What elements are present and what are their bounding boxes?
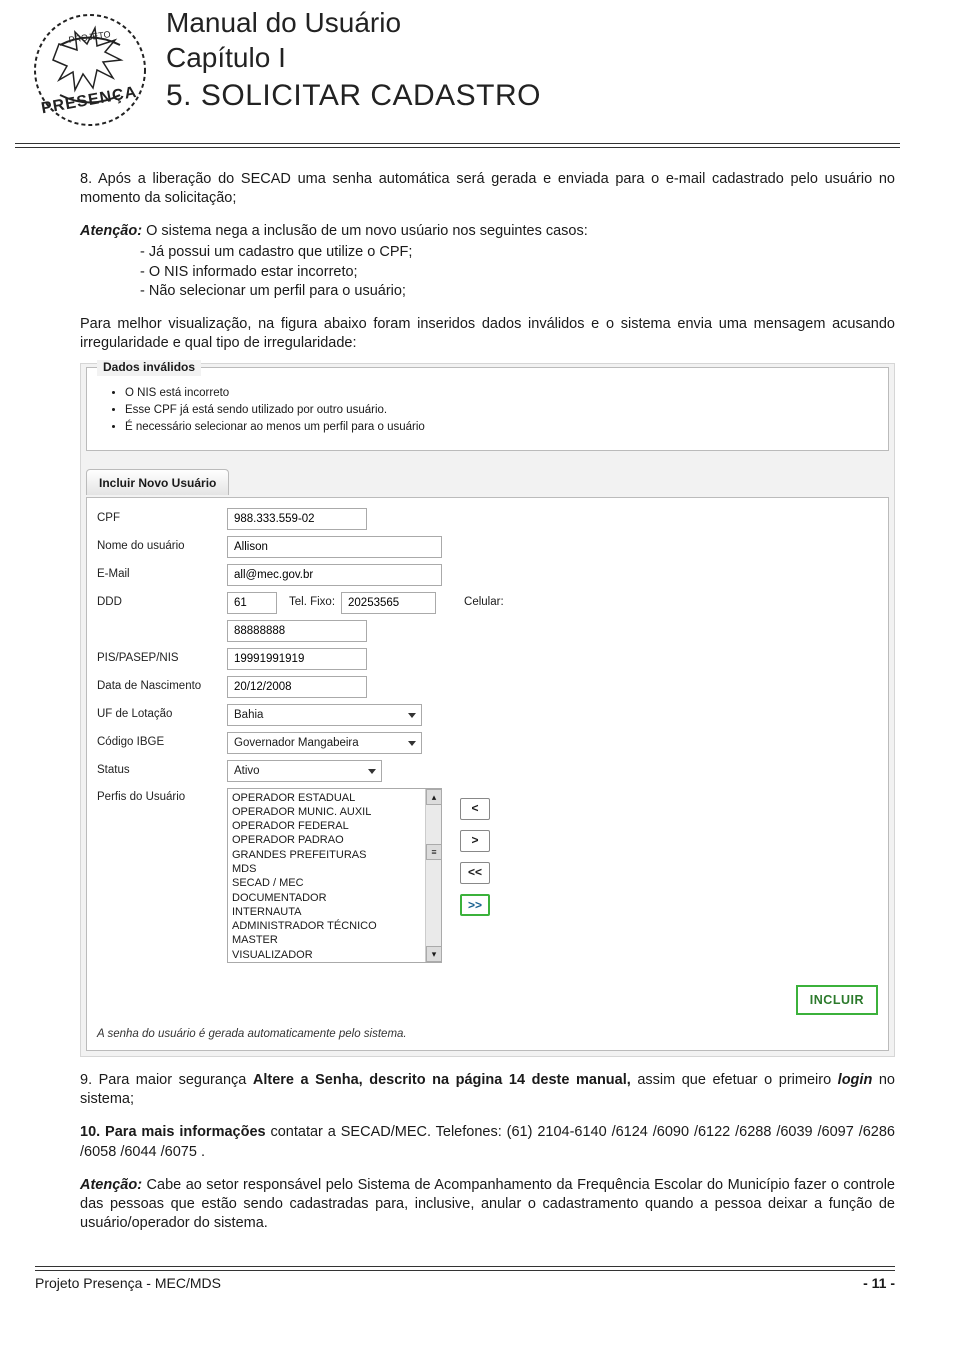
- perfis-label: Perfis do Usuário: [97, 788, 227, 805]
- header: PROJETO PRESENÇA Manual do Usuário Capít…: [0, 0, 960, 135]
- list-item[interactable]: OPERADOR MUNIC. AUXIL: [230, 805, 421, 819]
- list-item[interactable]: OPERADOR PADRAO: [230, 833, 421, 847]
- form-body: CPF Nome do usuário E-Mail DDD Tel. Fixo…: [86, 497, 889, 1052]
- screenshot-figure: Dados inválidos O NIS está incorreto Ess…: [80, 363, 895, 1057]
- scroll-thumb-icon[interactable]: ≡: [426, 844, 442, 860]
- cpf-label: CPF: [97, 511, 227, 526]
- chapter-title: Capítulo I: [166, 40, 541, 75]
- attention-2-para: Atenção: Cabe ao setor responsável pelo …: [80, 1176, 895, 1233]
- ddd-input[interactable]: [227, 592, 277, 614]
- move-all-left-button[interactable]: <<: [460, 862, 490, 884]
- list-item[interactable]: INTERNAUTA: [230, 905, 421, 919]
- profiles-listbox[interactable]: OPERADOR ESTADUAL OPERADOR MUNIC. AUXIL …: [227, 788, 442, 963]
- move-all-right-button[interactable]: >>: [460, 894, 490, 916]
- list-item[interactable]: MASTER: [230, 933, 421, 947]
- pis-label: PIS/PASEP/NIS: [97, 651, 227, 666]
- list-item[interactable]: MDS: [230, 862, 421, 876]
- tab-incluir-usuario[interactable]: Incluir Novo Usuário: [86, 469, 229, 496]
- list-item[interactable]: OPERADOR FEDERAL: [230, 819, 421, 833]
- list-item[interactable]: VISUALIZADOR: [230, 948, 421, 962]
- uf-select[interactable]: Bahia: [227, 704, 422, 726]
- bullet-list: - Já possui um cadastro que utilize o CP…: [140, 243, 895, 300]
- footer-left: Projeto Presença - MEC/MDS: [35, 1275, 221, 1291]
- extra-input[interactable]: [227, 620, 367, 642]
- fieldset-legend: Dados inválidos: [97, 360, 201, 376]
- telfixo-label: Tel. Fixo:: [289, 595, 335, 610]
- paragraph-9: 9. Para maior segurança Altere a Senha, …: [80, 1071, 895, 1109]
- p9-intro: 9. Para maior segurança: [80, 1072, 253, 1088]
- invalid-data-fieldset: Dados inválidos O NIS está incorreto Ess…: [86, 367, 889, 451]
- uf-label: UF de Lotação: [97, 707, 227, 722]
- move-right-button[interactable]: >: [460, 830, 490, 852]
- list-item: É necessário selecionar ao menos um perf…: [125, 420, 878, 435]
- paragraph-8: 8. Após a liberação do SECAD uma senha a…: [80, 170, 895, 208]
- manual-title: Manual do Usuário: [166, 5, 541, 40]
- email-label: E-Mail: [97, 567, 227, 582]
- p10-bold: 10. Para mais informações: [80, 1124, 266, 1140]
- section-heading: 5. SOLICITAR CADASTRO: [166, 79, 541, 113]
- page-number: - 11 -: [863, 1275, 895, 1291]
- p9-rest1: assim que efetuar o primeiro: [631, 1072, 838, 1088]
- cpf-input[interactable]: [227, 508, 367, 530]
- nome-input[interactable]: [227, 536, 442, 558]
- list-item[interactable]: DOCUMENTADOR: [230, 891, 421, 905]
- list-item: - Já possui um cadastro que utilize o CP…: [140, 243, 895, 262]
- main-content: 8. Após a liberação do SECAD uma senha a…: [0, 170, 960, 1233]
- scrollbar[interactable]: ▴ ≡ ▾: [425, 789, 441, 962]
- nome-label: Nome do usuário: [97, 539, 227, 554]
- data-label: Data de Nascimento: [97, 679, 227, 694]
- logo-stamp: PROJETO PRESENÇA: [15, 0, 160, 135]
- email-input[interactable]: [227, 564, 442, 586]
- list-item: O NIS está incorreto: [125, 386, 878, 401]
- telfixo-input[interactable]: [341, 592, 436, 614]
- attention-para: Atenção: O sistema nega a inclusão de um…: [80, 222, 895, 241]
- celular-label: Celular:: [464, 595, 504, 610]
- scroll-up-icon[interactable]: ▴: [426, 789, 442, 805]
- paragraph-10: 10. Para mais informações contatar a SEC…: [80, 1123, 895, 1161]
- error-list: O NIS está incorreto Esse CPF já está se…: [105, 386, 878, 436]
- scroll-down-icon[interactable]: ▾: [426, 946, 442, 962]
- list-item[interactable]: SECAD / MEC: [230, 876, 421, 890]
- form-note: A senha do usuário é gerada automaticame…: [97, 1027, 878, 1042]
- attention-2-label: Atenção:: [80, 1177, 142, 1193]
- data-input[interactable]: [227, 676, 367, 698]
- attention-text: O sistema nega a inclusão de um novo usú…: [142, 223, 588, 239]
- status-label: Status: [97, 763, 227, 778]
- status-select[interactable]: Ativo: [227, 760, 382, 782]
- celular-input[interactable]: [510, 592, 605, 614]
- move-button-group: < > << >>: [460, 798, 490, 916]
- list-item: - Não selecionar um perfil para o usuári…: [140, 282, 895, 301]
- ibge-label: Código IBGE: [97, 735, 227, 750]
- attention-label: Atenção:: [80, 223, 142, 239]
- incluir-button[interactable]: INCLUIR: [796, 985, 878, 1016]
- p9-login: login: [838, 1072, 873, 1088]
- attention-2-text: Cabe ao setor responsável pelo Sistema d…: [80, 1177, 895, 1231]
- list-item[interactable]: OPERADOR ESTADUAL: [230, 791, 421, 805]
- move-left-button[interactable]: <: [460, 798, 490, 820]
- list-item: Esse CPF já está sendo utilizado por out…: [125, 403, 878, 418]
- page: PROJETO PRESENÇA Manual do Usuário Capít…: [0, 0, 960, 1306]
- ibge-select[interactable]: Governador Mangabeira: [227, 732, 422, 754]
- list-item[interactable]: GRANDES PREFEITURAS: [230, 848, 421, 862]
- list-item: - O NIS informado estar incorreto;: [140, 263, 895, 282]
- p9-bold: Altere a Senha, descrito na página 14 de…: [253, 1072, 631, 1088]
- ddd-label: DDD: [97, 595, 227, 610]
- list-item[interactable]: ADMINISTRADOR TÉCNICO: [230, 919, 421, 933]
- footer: Projeto Presença - MEC/MDS - 11 -: [0, 1266, 960, 1306]
- pis-input[interactable]: [227, 648, 367, 670]
- paragraph-figure-intro: Para melhor visualização, na figura abai…: [80, 315, 895, 353]
- header-rule: [0, 143, 960, 148]
- tab-strip: Incluir Novo Usuário: [86, 467, 889, 497]
- title-block: Manual do Usuário Capítulo I 5. SOLICITA…: [160, 0, 541, 135]
- incluir-row: INCLUIR: [97, 985, 878, 1016]
